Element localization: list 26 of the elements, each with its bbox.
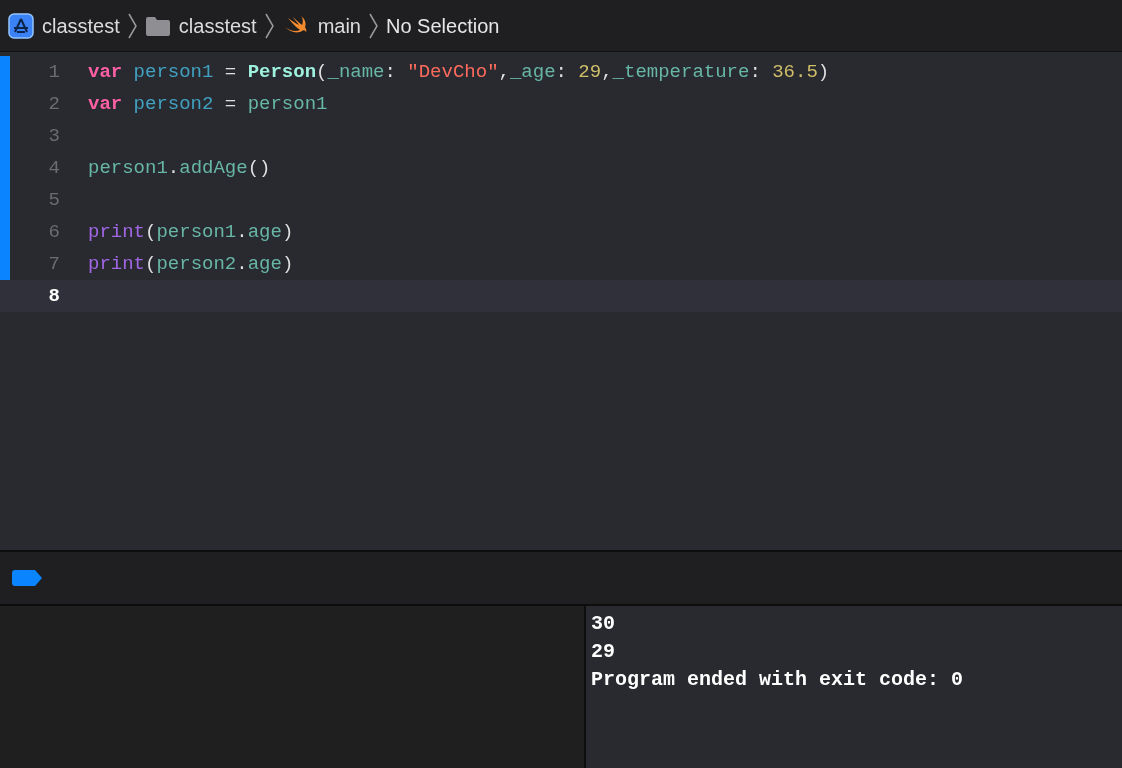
line-number: 1 xyxy=(48,60,60,83)
line-number: 6 xyxy=(48,220,60,243)
folder-icon xyxy=(144,14,171,37)
code-line: person1.addAge() xyxy=(88,156,271,179)
chevron-icon xyxy=(127,12,137,39)
console-output-line: 30 xyxy=(591,611,615,637)
line-number: 5 xyxy=(48,188,60,211)
code-line: var person1 = Person(_name: "DevCho",_age: 29,_temperature: 36.5) xyxy=(88,60,830,83)
code-line: print(person1.age) xyxy=(88,220,294,243)
app-project-icon xyxy=(8,12,34,39)
console-output-line: 29 xyxy=(591,639,615,665)
chevron-icon xyxy=(369,12,378,39)
code-line: var person2 = person1 xyxy=(88,92,328,115)
line-number: 2 xyxy=(48,92,60,115)
breadcrumb-item[interactable]: classtest xyxy=(178,10,257,41)
code-line: print(person2.age) xyxy=(88,252,294,275)
line-number: 7 xyxy=(48,252,60,275)
line-number: 3 xyxy=(48,124,60,147)
breadcrumb-item[interactable]: No Selection xyxy=(386,10,500,41)
chevron-icon xyxy=(264,12,274,39)
line-number: 8 xyxy=(48,284,60,307)
breadcrumb-item[interactable]: classtest xyxy=(42,10,120,41)
breakpoints-toggle-icon[interactable] xyxy=(12,570,42,586)
line-number: 4 xyxy=(48,156,60,179)
breadcrumb-item[interactable]: main xyxy=(317,10,361,41)
console-output-line: Program ended with exit code: 0 xyxy=(591,667,964,693)
